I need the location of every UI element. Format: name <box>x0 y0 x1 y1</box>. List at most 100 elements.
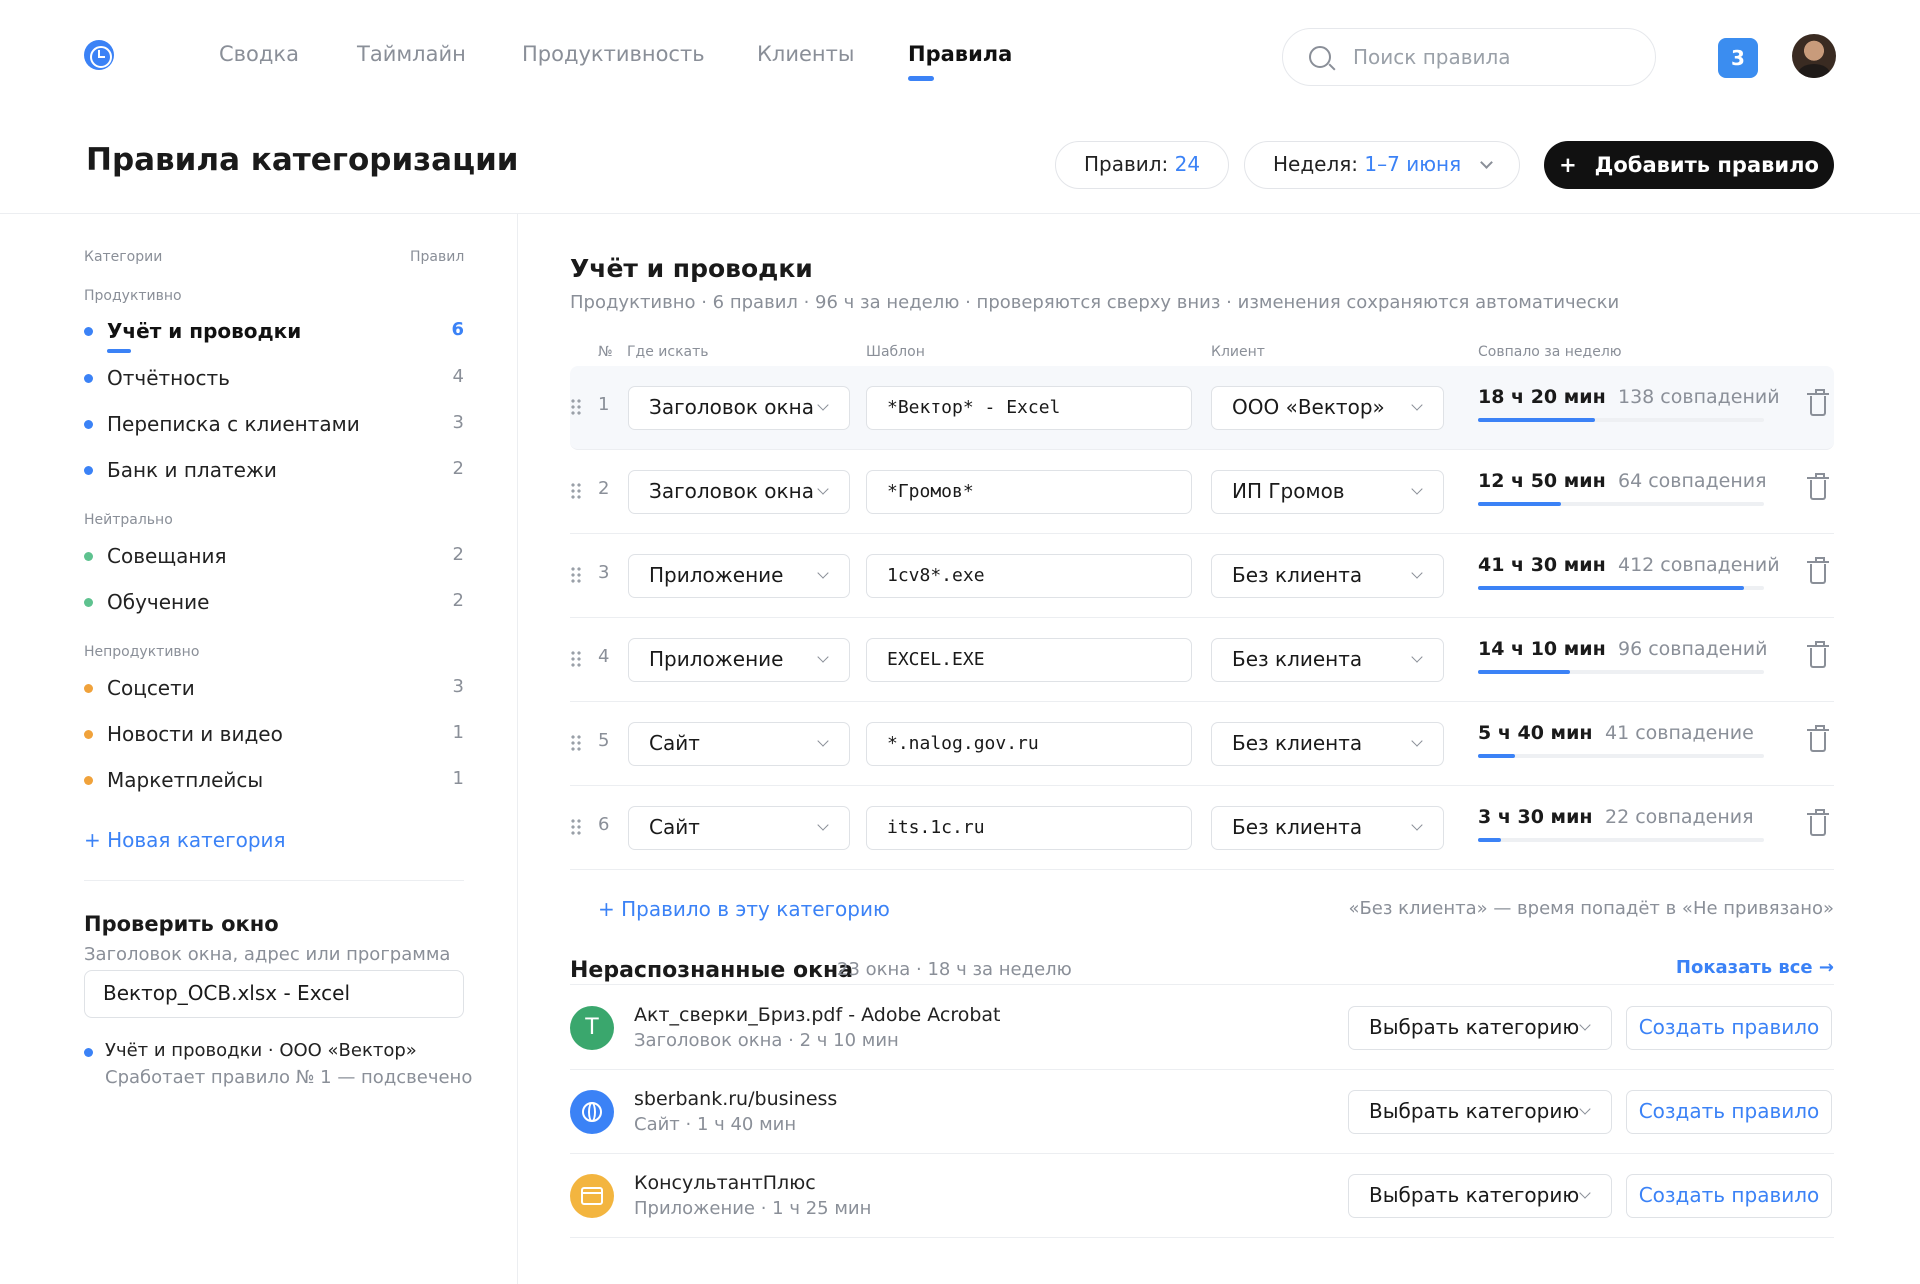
trash-icon[interactable] <box>1807 473 1829 500</box>
unrecognized-row: sberbank.ru/business Сайт · 1 ч 40 мин Выб… <box>570 1070 1834 1154</box>
user-avatar[interactable] <box>1792 34 1836 78</box>
search-input[interactable]: Поиск правила <box>1282 28 1656 86</box>
sidebar-item-reporting[interactable]: Отчётность 4 <box>84 364 464 394</box>
create-rule-button[interactable]: Создать правило <box>1626 1090 1832 1134</box>
rule-number: 3 <box>598 562 610 583</box>
new-category-link[interactable]: + Новая категория <box>84 828 286 852</box>
where-select[interactable]: Приложение <box>628 638 850 682</box>
client-select[interactable]: Без клиента <box>1211 806 1444 850</box>
plus-icon: + <box>1559 153 1577 177</box>
choose-category-select[interactable]: Выбрать категорию <box>1348 1006 1612 1050</box>
rule-number: 5 <box>598 730 610 751</box>
pattern-input[interactable]: *Вектор* - Excel <box>866 386 1192 430</box>
add-rule-button[interactable]: + Добавить правило <box>1544 141 1834 189</box>
nav-productivity[interactable]: Продуктивность <box>522 42 705 66</box>
sidebar-item-marketplaces[interactable]: Маркетплейсы 1 <box>84 766 464 796</box>
chevron-down-icon <box>1411 567 1423 579</box>
pattern-input[interactable]: *Громов* <box>866 470 1192 514</box>
sidebar-item-bank[interactable]: Банк и платежи 2 <box>84 456 464 486</box>
client-select[interactable]: Без клиента <box>1211 722 1444 766</box>
match-share-fill <box>1478 586 1744 590</box>
match-share-bar <box>1478 502 1764 506</box>
chevron-down-icon <box>1411 735 1423 747</box>
rule-row: 6 Сайт its.1c.ru Без клиента 3 ч 30 мин 22 со… <box>570 786 1834 870</box>
where-select[interactable]: Заголовок окна <box>628 470 850 514</box>
check-window-input[interactable]: Вектор_ОСВ.xlsx - Excel <box>84 970 464 1018</box>
check-window-title: Проверить окно <box>84 912 279 936</box>
window-meta: Заголовок окна · 2 ч 10 мин <box>634 1030 899 1051</box>
add-rule-to-category-link[interactable]: + Правило в эту категорию <box>598 897 890 921</box>
add-rule-label: Добавить правило <box>1594 153 1819 177</box>
client-select[interactable]: Без клиента <box>1211 638 1444 682</box>
sidebar-item-label: Переписка с клиентами <box>107 412 360 436</box>
pattern-input[interactable]: 1cv8*.exe <box>866 554 1192 598</box>
drag-handle-icon[interactable] <box>570 398 582 416</box>
rule-number: 2 <box>598 478 610 499</box>
drag-handle-icon[interactable] <box>570 482 582 500</box>
nav-rules[interactable]: Правила <box>908 42 1012 66</box>
trash-icon[interactable] <box>1807 641 1829 668</box>
col-header-where: Где искать <box>627 344 709 360</box>
nav-timeline[interactable]: Таймлайн <box>357 42 466 66</box>
chevron-down-icon <box>817 735 829 747</box>
match-time: 41 ч 30 мин <box>1478 554 1606 576</box>
sidebar-item-label: Новости и видео <box>107 722 283 746</box>
check-result-title: Учёт и проводки · ООО «Вектор» <box>105 1040 417 1061</box>
match-count: 138 совпадений <box>1618 386 1780 408</box>
client-select[interactable]: Без клиента <box>1211 554 1444 598</box>
drag-handle-icon[interactable] <box>570 818 582 836</box>
unrecognized-separator <box>570 984 1834 985</box>
window-icon <box>570 1174 614 1218</box>
no-client-note: «Без клиента» — время попадёт в «Не прив… <box>1348 898 1834 919</box>
drag-handle-icon[interactable] <box>570 650 582 668</box>
client-select[interactable]: ИП Громов <box>1211 470 1444 514</box>
category-dot <box>84 776 93 785</box>
nav-summary[interactable]: Сводка <box>219 42 299 66</box>
nav-clients[interactable]: Клиенты <box>757 42 854 66</box>
chevron-down-icon <box>817 483 829 495</box>
create-rule-button[interactable]: Создать правило <box>1626 1174 1832 1218</box>
choose-category-select[interactable]: Выбрать категорию <box>1348 1090 1612 1134</box>
match-share-bar <box>1478 418 1764 422</box>
pattern-input[interactable]: EXCEL.EXE <box>866 638 1192 682</box>
client-value: Без клиента <box>1232 731 1363 755</box>
match-time: 5 ч 40 мин <box>1478 722 1593 744</box>
create-rule-button[interactable]: Создать правило <box>1626 1006 1832 1050</box>
sidebar-item-accounting[interactable]: Учёт и проводки 6 <box>84 317 464 347</box>
where-select[interactable]: Сайт <box>628 722 850 766</box>
where-select[interactable]: Сайт <box>628 806 850 850</box>
rules-count-label: Правил: <box>1084 152 1169 176</box>
app-logo-icon[interactable] <box>84 40 114 70</box>
chevron-down-icon <box>1411 399 1423 411</box>
match-share-bar <box>1478 670 1764 674</box>
where-select[interactable]: Заголовок окна <box>628 386 850 430</box>
sidebar-item-training[interactable]: Обучение 2 <box>84 588 464 618</box>
sidebar-item-news[interactable]: Новости и видео 1 <box>84 720 464 750</box>
trash-icon[interactable] <box>1807 557 1829 584</box>
notifications-badge[interactable]: 3 <box>1718 38 1758 78</box>
trash-icon[interactable] <box>1807 809 1829 836</box>
choose-category-select[interactable]: Выбрать категорию <box>1348 1174 1612 1218</box>
pattern-input[interactable]: its.1c.ru <box>866 806 1192 850</box>
pattern-input[interactable]: *.nalog.gov.ru <box>866 722 1192 766</box>
drag-handle-icon[interactable] <box>570 566 582 584</box>
sidebar-item-client-correspondence[interactable]: Переписка с клиентами 3 <box>84 410 464 440</box>
drag-handle-icon[interactable] <box>570 734 582 752</box>
sidebar-col-categories: Категории <box>84 249 163 265</box>
col-header-num: № <box>598 344 613 360</box>
match-time: 18 ч 20 мин <box>1478 386 1606 408</box>
globe-icon <box>570 1090 614 1134</box>
chevron-down-icon <box>1411 651 1423 663</box>
sidebar-item-social[interactable]: Соцсети 3 <box>84 674 464 704</box>
client-select[interactable]: ООО «Вектор» <box>1211 386 1444 430</box>
section-title: Учёт и проводки <box>570 254 813 283</box>
show-all-link[interactable]: Показать все → <box>1676 957 1834 978</box>
sidebar-item-meetings[interactable]: Совещания 2 <box>84 542 464 572</box>
category-dot <box>84 684 93 693</box>
trash-icon[interactable] <box>1807 725 1829 752</box>
week-selector[interactable]: Неделя: 1–7 июня <box>1244 141 1520 189</box>
match-share-bar <box>1478 586 1764 590</box>
where-select[interactable]: Приложение <box>628 554 850 598</box>
match-share-fill <box>1478 502 1561 506</box>
trash-icon[interactable] <box>1807 389 1829 416</box>
